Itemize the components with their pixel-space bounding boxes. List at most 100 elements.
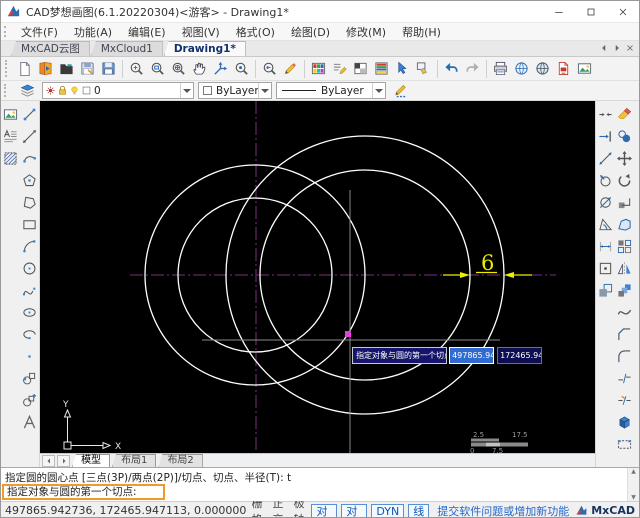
text-style-button[interactable]: [329, 58, 350, 79]
menu-item-2[interactable]: 编辑(E): [120, 23, 174, 40]
document-tab-1[interactable]: MxCloud1: [90, 41, 163, 56]
zoom-dynamic-button[interactable]: [210, 58, 231, 79]
open-folder-button[interactable]: [56, 58, 77, 79]
trim-button[interactable]: [596, 103, 615, 125]
fillet-button[interactable]: [615, 345, 634, 367]
layout-tab-0[interactable]: 模型: [72, 454, 111, 467]
region-button[interactable]: [596, 257, 615, 279]
menu-item-5[interactable]: 绘图(D): [283, 23, 338, 40]
text-format-button[interactable]: [1, 125, 20, 147]
copy-cascade-button[interactable]: [596, 279, 615, 301]
ellipse-button[interactable]: [20, 301, 39, 323]
insert-image-button[interactable]: [1, 103, 20, 125]
command-scrollbar[interactable]: ▲ ▼: [627, 468, 639, 501]
save-as-button[interactable]: [98, 58, 119, 79]
open-drawing-button[interactable]: [35, 58, 56, 79]
layout-tab-1[interactable]: 布局1: [112, 454, 157, 467]
menu-item-7[interactable]: 帮助(H): [394, 23, 449, 40]
zoom-previous-button[interactable]: [259, 58, 280, 79]
rotate-button[interactable]: [615, 169, 634, 191]
line-button[interactable]: [20, 103, 39, 125]
close-tab-button[interactable]: [625, 43, 635, 56]
arc-button[interactable]: [20, 235, 39, 257]
match-properties-button[interactable]: [413, 58, 434, 79]
layer-button[interactable]: [350, 58, 371, 79]
rotate-reference-button[interactable]: [596, 169, 615, 191]
linetype-combo[interactable]: ByLayer: [276, 82, 386, 99]
scroll-left-button[interactable]: [599, 43, 609, 56]
point-button[interactable]: [20, 345, 39, 367]
menu-item-6[interactable]: 修改(M): [338, 23, 394, 40]
block-insert-button[interactable]: [20, 367, 39, 389]
move-button[interactable]: [615, 147, 634, 169]
menu-item-4[interactable]: 格式(O): [228, 23, 283, 40]
feedback-link[interactable]: 提交软件问题或增加新功能: [437, 503, 569, 518]
export-pdf-button[interactable]: [553, 58, 574, 79]
scroll-right-button[interactable]: [57, 454, 71, 467]
rectangle-button[interactable]: [20, 213, 39, 235]
layers-manager-button[interactable]: [17, 80, 38, 101]
zoom-in-button[interactable]: [126, 58, 147, 79]
save-button[interactable]: [77, 58, 98, 79]
scroll-left-button[interactable]: [42, 454, 56, 467]
network-button[interactable]: [532, 58, 553, 79]
command-prompt-box[interactable]: 指定对象与圆的第一个切点:: [2, 484, 165, 500]
chevron-down-icon[interactable]: [180, 83, 193, 98]
dynamic-input-y-field[interactable]: 172465.947: [497, 347, 543, 364]
status-toggle-boxed-2[interactable]: DYN: [371, 503, 405, 517]
scroll-right-button[interactable]: [612, 43, 622, 56]
minimize-button[interactable]: [543, 1, 575, 22]
linear-dimension-button[interactable]: [596, 235, 615, 257]
document-tab-0[interactable]: MxCAD云图: [11, 41, 90, 56]
scale-reference-button[interactable]: [596, 191, 615, 213]
dynamic-input-x-field[interactable]: 497865.943: [449, 347, 495, 364]
erase-button[interactable]: [615, 103, 634, 125]
pan-button[interactable]: [189, 58, 210, 79]
scroll-down-icon[interactable]: ▼: [631, 494, 636, 501]
polyline-button[interactable]: [20, 147, 39, 169]
insert-image-button[interactable]: [574, 58, 595, 79]
wipeout-button[interactable]: [615, 433, 634, 455]
block-create-button[interactable]: [20, 389, 39, 411]
layer-properties-button[interactable]: [371, 58, 392, 79]
lengthen-button[interactable]: [596, 147, 615, 169]
status-toggle-boxed-3[interactable]: 线宽: [408, 503, 430, 517]
explode-button[interactable]: [615, 411, 634, 433]
chevron-down-icon[interactable]: [258, 83, 271, 98]
layer-combo[interactable]: 0: [42, 82, 194, 99]
scale-button[interactable]: [615, 279, 634, 301]
close-button[interactable]: [607, 1, 639, 22]
print-button[interactable]: [490, 58, 511, 79]
extend-button[interactable]: [596, 125, 615, 147]
document-tab-2[interactable]: Drawing1*: [163, 41, 246, 56]
circle-button[interactable]: [20, 257, 39, 279]
menu-item-3[interactable]: 视图(V): [174, 23, 228, 40]
color-palette-button[interactable]: [308, 58, 329, 79]
construction-line-button[interactable]: [20, 125, 39, 147]
sketch-button[interactable]: [280, 58, 301, 79]
edit-pencil-button[interactable]: [390, 80, 411, 101]
spline-fit-button[interactable]: [615, 301, 634, 323]
freehand-polygon-button[interactable]: [20, 191, 39, 213]
status-toggle-boxed-0[interactable]: 对象捕捉: [311, 503, 338, 517]
layout-tab-2[interactable]: 布局2: [158, 454, 203, 467]
array-button[interactable]: [615, 235, 634, 257]
mirror-button[interactable]: [615, 257, 634, 279]
redo-button[interactable]: [462, 58, 483, 79]
scroll-up-icon[interactable]: ▲: [631, 468, 636, 475]
status-toggle-boxed-1[interactable]: 对象追踪: [341, 503, 368, 517]
undo-button[interactable]: [441, 58, 462, 79]
zoom-window-button[interactable]: [147, 58, 168, 79]
zoom-object-button[interactable]: [231, 58, 252, 79]
maximize-button[interactable]: [575, 1, 607, 22]
new-file-button[interactable]: [14, 58, 35, 79]
spline-button[interactable]: [20, 279, 39, 301]
select-button[interactable]: [392, 58, 413, 79]
chevron-down-icon[interactable]: [372, 83, 385, 98]
polygon-button[interactable]: [20, 169, 39, 191]
menu-item-0[interactable]: 文件(F): [13, 23, 66, 40]
publish-web-button[interactable]: [511, 58, 532, 79]
polyline-edit-button[interactable]: [615, 213, 634, 235]
menu-item-1[interactable]: 功能(A): [66, 23, 120, 40]
ellipse-arc-button[interactable]: [20, 323, 39, 345]
